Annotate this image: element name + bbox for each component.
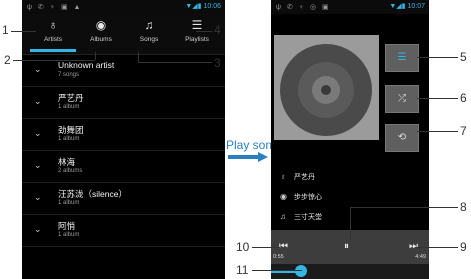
- artist-count: 1 album: [58, 200, 80, 206]
- previous-button[interactable]: ⏮: [279, 241, 288, 252]
- tab-albums[interactable]: ◉ Albums: [78, 14, 124, 52]
- callout-5: 5: [460, 50, 467, 64]
- tab-songs-label: Songs: [139, 36, 159, 43]
- progress-bar[interactable]: [271, 264, 429, 279]
- tab-playlists-label: Playlists: [185, 36, 209, 43]
- artist-row: ♁ 严艺丹: [280, 172, 315, 182]
- now-playing-album: 步步惊心: [293, 194, 322, 201]
- callout-8: 8: [460, 200, 467, 214]
- callout-3-vline: [138, 52, 139, 62]
- shuffle-icon: ⤮: [398, 93, 406, 104]
- chevron-down-icon[interactable]: ⌄: [34, 64, 42, 75]
- callout-4-line: [196, 31, 212, 32]
- callout-1-line: [11, 31, 36, 32]
- chevron-down-icon[interactable]: ⌄: [34, 192, 42, 203]
- callout-8-line: [350, 207, 458, 208]
- notification-icons: ψ ✆ ♀ ▣ ▲: [27, 4, 83, 11]
- music-note-icon: ♫: [280, 212, 286, 221]
- artist-name: 阿悄: [58, 221, 76, 231]
- notification-icons: ψ ✆ ♀ ◎ ▣: [276, 4, 331, 11]
- tab-songs[interactable]: ♫ Songs: [126, 14, 172, 52]
- callout-6-line: [417, 98, 458, 99]
- song-row: ♫ 三寸天堂: [280, 212, 322, 222]
- now-playing-artist: 严艺丹: [293, 174, 315, 181]
- album-art: [274, 35, 379, 140]
- pause-button[interactable]: ⏸: [344, 241, 349, 252]
- tab-albums-label: Albums: [90, 36, 112, 43]
- status-right: ▼◢▮ 10:07: [389, 3, 425, 10]
- microphone-icon: ♁: [48, 18, 58, 32]
- callout-2-line: [13, 60, 95, 61]
- now-playing-song: 三寸天堂: [293, 214, 322, 221]
- disc-icon: ◉: [95, 18, 107, 32]
- tab-artists[interactable]: ♁ Artists: [30, 14, 76, 52]
- callout-2: 2: [4, 53, 11, 67]
- microphone-icon: ♁: [280, 172, 286, 181]
- list-item[interactable]: ⌄ 林海 2 albums: [22, 151, 225, 183]
- disc-icon: ◉: [280, 192, 287, 201]
- playlist-button[interactable]: ☰: [385, 44, 419, 72]
- callout-2-vline: [95, 52, 96, 60]
- callout-4: 4: [214, 23, 221, 37]
- library-screen: ψ ✆ ♀ ▣ ▲ ▼◢▮ 10:06 ♁ Artists ◉ Albums ♫…: [22, 0, 225, 279]
- callout-9-line: [415, 247, 458, 248]
- callout-9: 9: [460, 240, 467, 254]
- artist-name: 劲舞团: [58, 125, 84, 135]
- callout-7-line: [417, 131, 458, 132]
- status-bar: ψ ✆ ♀ ◎ ▣ ▼◢▮ 10:07: [271, 0, 429, 14]
- tab-artists-label: Artists: [43, 36, 63, 43]
- chevron-down-icon[interactable]: ⌄: [34, 160, 42, 171]
- library-tabs: ♁ Artists ◉ Albums ♫ Songs ☰ Playlists: [22, 14, 225, 55]
- callout-7: 7: [460, 124, 467, 138]
- artist-name: Unknown artist: [58, 60, 115, 70]
- arrow-right-icon: [228, 152, 268, 162]
- list-item[interactable]: ⌄ 劲舞团 1 album: [22, 119, 225, 151]
- status-time: 10:07: [407, 3, 425, 10]
- callout-3: 3: [214, 56, 221, 70]
- chevron-down-icon[interactable]: ⌄: [34, 224, 42, 235]
- callout-5-line: [417, 57, 458, 58]
- list-item[interactable]: ⌄ 阿悄 1 album: [22, 215, 225, 247]
- status-right: ▼◢▮ 10:06: [185, 3, 221, 10]
- chevron-down-icon[interactable]: ⌄: [34, 128, 42, 139]
- repeat-icon: ⟲: [397, 132, 407, 143]
- progress-thumb[interactable]: [295, 265, 308, 277]
- artist-name: 严艺丹: [58, 93, 84, 103]
- duration-time: 4:49: [415, 254, 426, 260]
- artist-count: 1 album: [58, 104, 80, 110]
- elapsed-time: 0:55: [273, 254, 284, 260]
- artist-list: ⌄ Unknown artist 7 songs ⌄ 严艺丹 1 album ⌄…: [22, 55, 225, 247]
- vinyl-disc-icon: [280, 44, 372, 136]
- artist-count: 7 songs: [58, 72, 80, 78]
- artist-name: 汪苏泷（silence）: [58, 189, 127, 199]
- callout-1: 1: [2, 23, 9, 37]
- callout-10-line: [252, 247, 280, 248]
- artist-count: 2 albums: [58, 168, 83, 174]
- list-item[interactable]: ⌄ 严艺丹 1 album: [22, 87, 225, 119]
- music-note-icon: ♫: [144, 18, 154, 32]
- shuffle-button[interactable]: ⤮: [385, 85, 419, 113]
- album-row: ◉ 步步惊心: [280, 192, 322, 202]
- callout-11: 11: [236, 263, 249, 277]
- artist-name: 林海: [58, 157, 76, 167]
- callout-8-vline: [350, 207, 351, 240]
- status-time: 10:06: [203, 3, 221, 10]
- callout-3-line: [138, 62, 212, 63]
- list-icon: ☰: [397, 52, 407, 63]
- callout-6: 6: [460, 91, 467, 105]
- repeat-button[interactable]: ⟲: [385, 124, 419, 152]
- callout-10: 10: [236, 240, 250, 254]
- artist-count: 1 album: [58, 232, 80, 238]
- chevron-down-icon[interactable]: ⌄: [34, 96, 42, 107]
- callout-11-line: [252, 270, 302, 271]
- artist-count: 1 album: [58, 136, 80, 142]
- list-item[interactable]: ⌄ 汪苏泷（silence） 1 album: [22, 183, 225, 215]
- status-bar: ψ ✆ ♀ ▣ ▲ ▼◢▮ 10:06: [22, 0, 225, 14]
